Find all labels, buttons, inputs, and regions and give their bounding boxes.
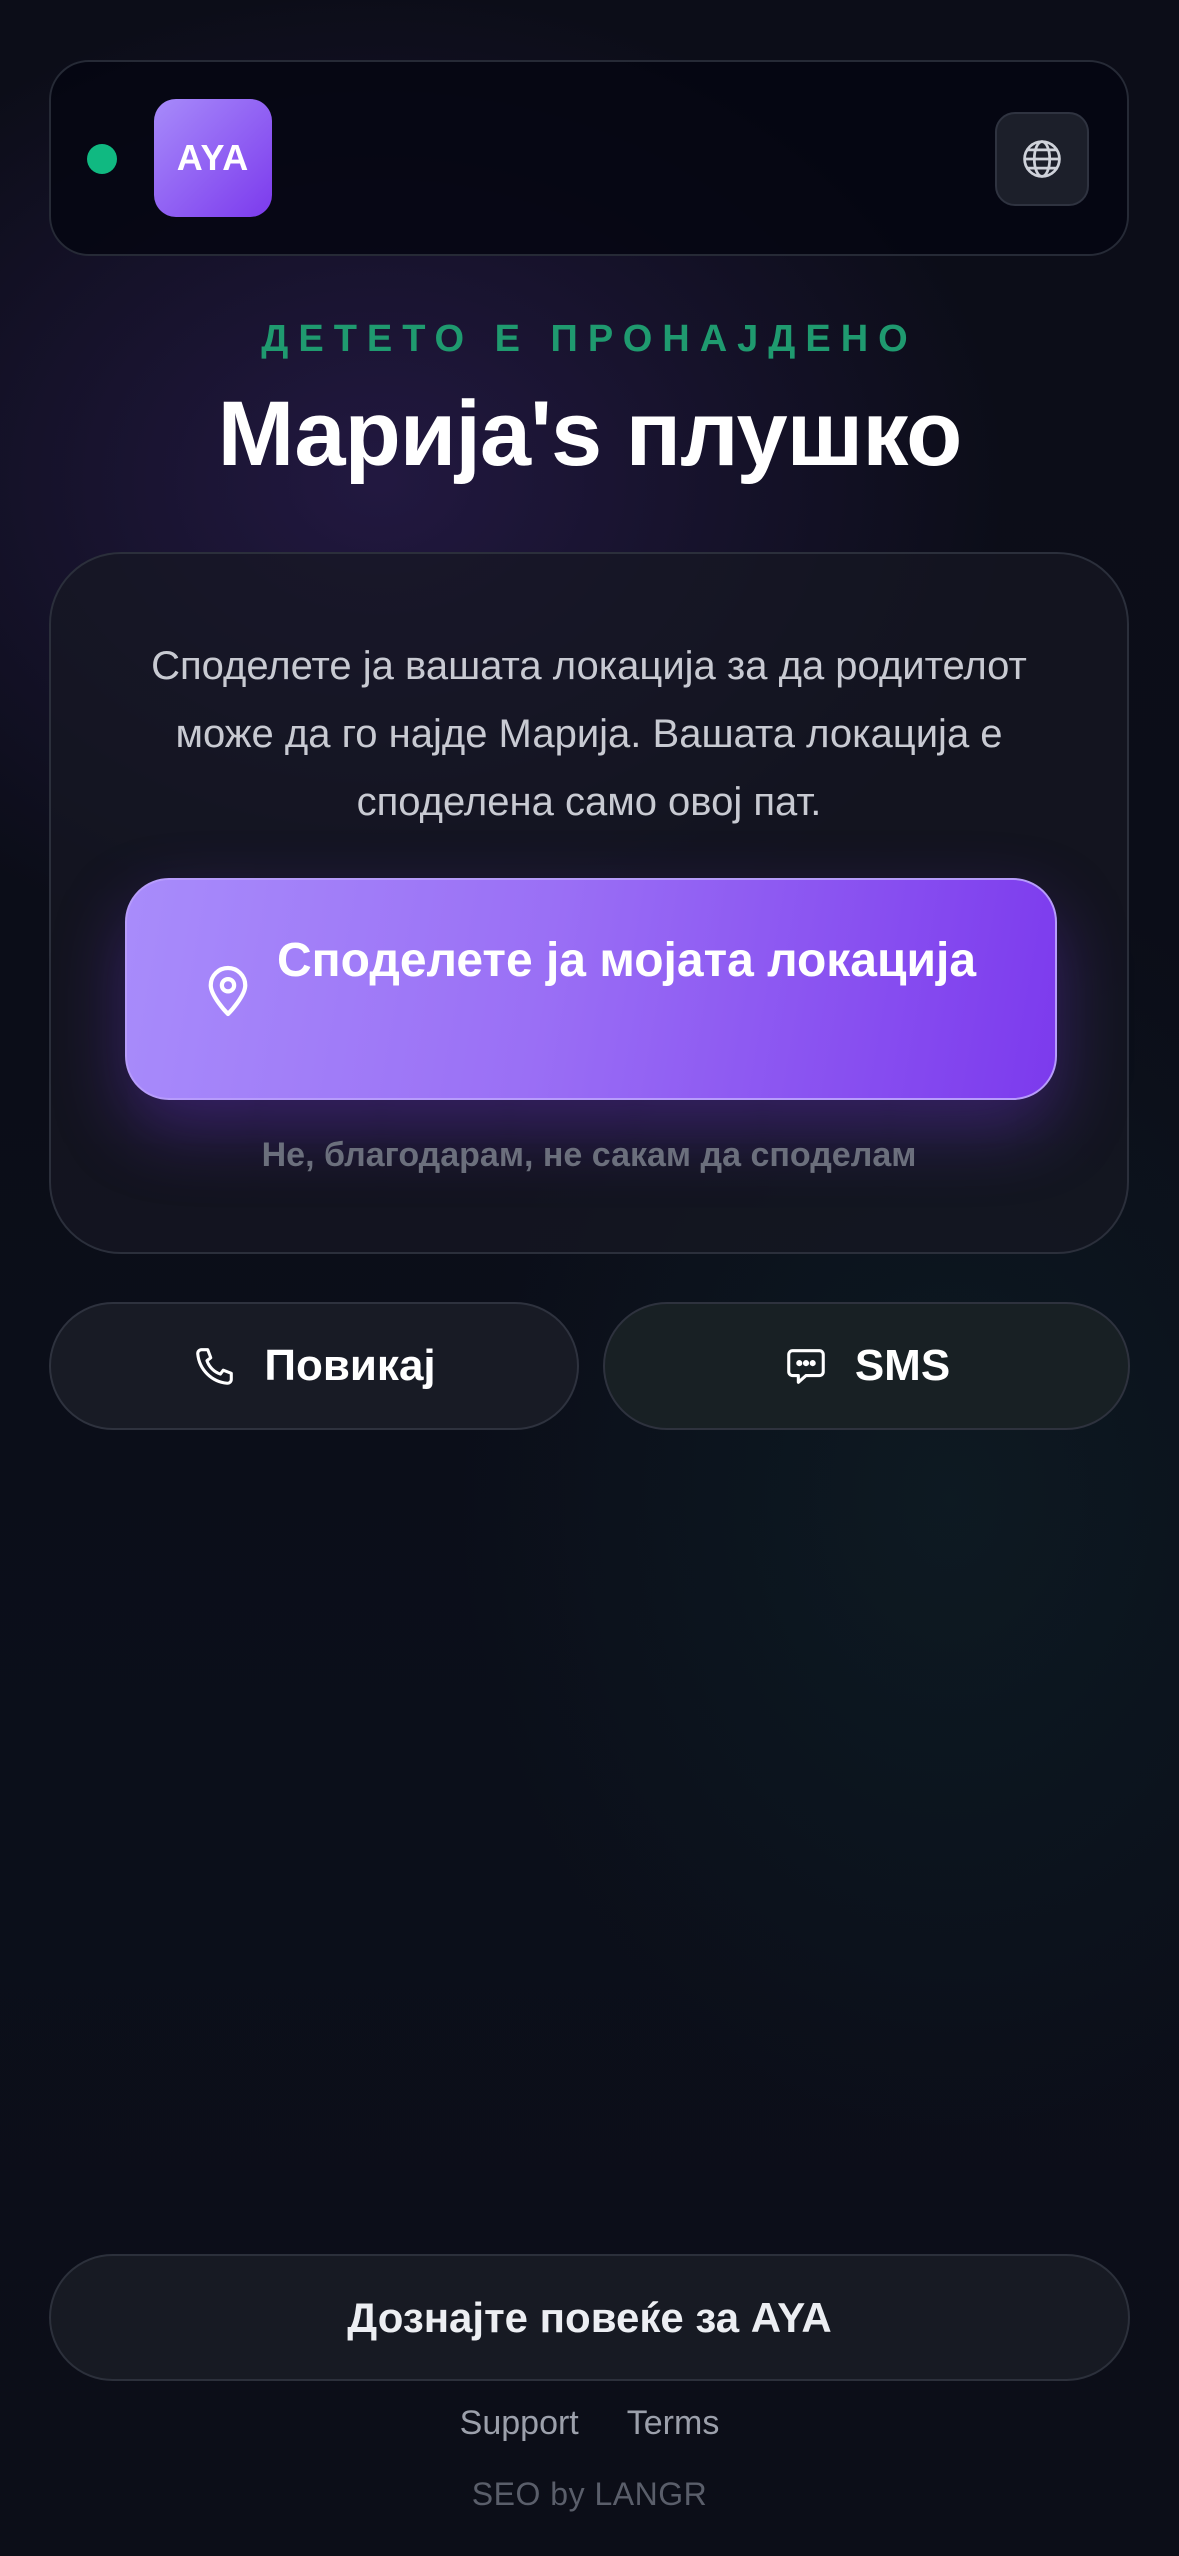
share-location-label: Споделете ја мојата локација <box>277 934 977 987</box>
learn-more-button[interactable]: Дознајте повеќе за AYA <box>49 2254 1130 2381</box>
page-title: Марија's плушко <box>217 383 963 485</box>
decline-link[interactable]: Не, благодарам, не сакам да споделам <box>51 1136 1127 1175</box>
top-header: AYA <box>49 60 1129 256</box>
sms-button[interactable]: SMS <box>603 1302 1130 1430</box>
share-location-card: Споделете ја вашата локација за да родит… <box>49 552 1129 1254</box>
call-label: Повикај <box>264 1341 436 1390</box>
message-icon <box>787 1349 825 1384</box>
call-button[interactable]: Повикај <box>49 1302 579 1430</box>
map-pin-icon <box>208 965 248 1017</box>
globe-icon <box>1023 140 1061 178</box>
support-link[interactable]: Support <box>460 2404 579 2443</box>
share-location-button[interactable]: Споделете ја мојата локација <box>125 878 1057 1100</box>
found-eyebrow: ДЕТЕТО Е ПРОНАЈДЕНО <box>261 318 918 360</box>
terms-link[interactable]: Terms <box>627 2404 720 2443</box>
sms-label: SMS <box>854 1341 951 1390</box>
footer-links: Support Terms <box>0 2404 1179 2443</box>
share-description: Споделете ја вашата локација за да родит… <box>151 644 1027 824</box>
learn-more-label: Дознајте повеќе за AYA <box>347 2293 832 2341</box>
language-button[interactable] <box>995 112 1089 206</box>
logo-text: AYA <box>176 137 250 178</box>
phone-icon <box>196 1348 234 1385</box>
aya-logo: AYA <box>154 99 272 217</box>
status-indicator <box>87 144 117 174</box>
seo-credit[interactable]: SEO by LANGR <box>0 2476 1179 2513</box>
